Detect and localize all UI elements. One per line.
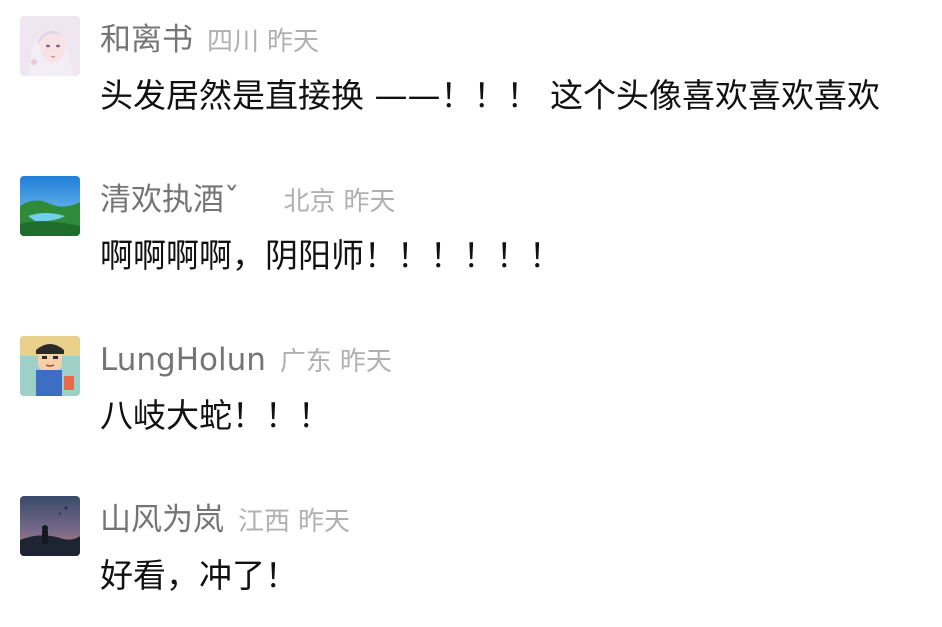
avatar-anime-girl-icon [20,16,80,76]
comment-item: 和离书 四川 昨天 头发居然是直接换 ——！！！ 这个头像喜欢喜欢喜欢 [0,0,942,130]
comment-meta: 和离书 四川 昨天 [100,16,319,64]
username[interactable]: 和离书 [100,22,193,58]
avatar[interactable] [20,496,80,556]
comment-item: 清欢执酒ˇ 北京 昨天 啊啊啊啊，阴阳师！！！！！！ [0,160,942,290]
avatar[interactable] [20,176,80,236]
comment-meta: LungHolun 广东 昨天 [100,336,392,384]
avatar-dusk-scene-icon [20,496,80,556]
timestamp: 昨天 [343,187,396,217]
timestamp: 昨天 [267,27,320,57]
avatar-lake-landscape-icon [20,176,80,236]
comment-text: 头发居然是直接换 ——！！！ 这个头像喜欢喜欢喜欢 [100,76,880,115]
avatar[interactable] [20,336,80,396]
username[interactable]: 山风为岚 [100,502,224,538]
comment-text: 八岐大蛇！！！ [100,396,331,435]
timestamp: 昨天 [339,347,392,377]
location-label: 广东 [279,347,332,377]
comment-item: LungHolun 广东 昨天 八岐大蛇！！！ [0,320,942,450]
comment-meta: 山风为岚 江西 昨天 [100,496,350,544]
comment-item: 山风为岚 江西 昨天 好看，冲了！ [0,480,942,610]
timestamp: 昨天 [298,507,351,537]
location-label: 江西 [238,507,291,537]
location-label: 四川 [207,27,260,57]
location-label: 北京 [283,187,336,217]
avatar[interactable] [20,16,80,76]
username[interactable]: LungHolun [100,342,266,378]
comment-meta: 清欢执酒ˇ 北京 昨天 [100,176,396,224]
avatar-cartoon-boy-icon [20,336,80,396]
comment-text: 好看，冲了！ [100,556,298,595]
username[interactable]: 清欢执酒ˇ [100,182,240,218]
comment-text: 啊啊啊啊，阴阳师！！！！！！ [100,236,562,275]
